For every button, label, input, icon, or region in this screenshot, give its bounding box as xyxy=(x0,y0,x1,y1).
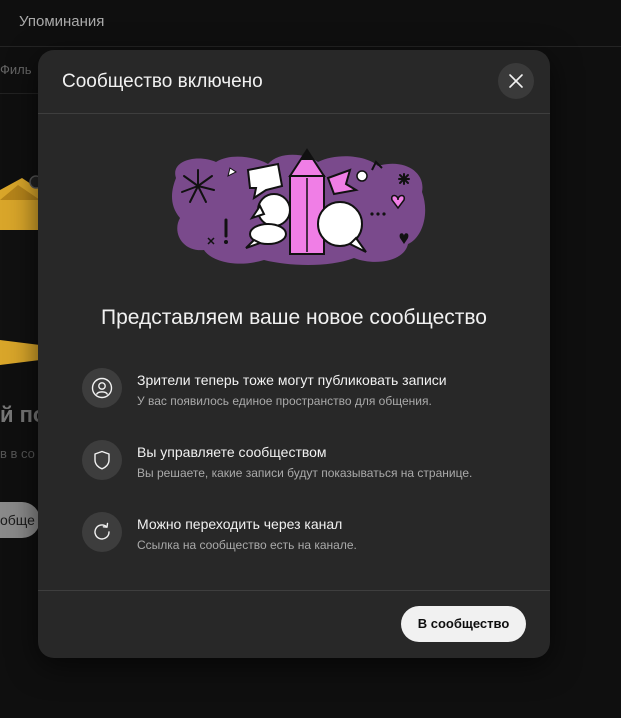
feature-icon-container xyxy=(82,512,122,552)
background-header: Упоминания xyxy=(0,0,621,47)
dialog-title: Сообщество включено xyxy=(62,71,263,92)
feature-description: Ссылка на сообщество есть на канале. xyxy=(137,538,357,552)
feature-description: У вас появилось единое пространство для … xyxy=(137,394,432,408)
feature-icon-container xyxy=(82,440,122,480)
refresh-icon xyxy=(94,522,110,540)
community-dialog: Сообщество включено Представляем ваше но… xyxy=(38,50,550,658)
background-illustration xyxy=(0,175,40,365)
close-button[interactable] xyxy=(498,63,534,99)
divider xyxy=(0,93,40,94)
feature-title: Можно переходить через канал xyxy=(137,516,343,532)
feature-item: Вы управляете сообществом Вы решаете, ка… xyxy=(82,440,522,484)
background-subtext: в в со xyxy=(0,446,35,461)
feature-title: Зрители теперь тоже могут публиковать за… xyxy=(137,372,447,388)
go-to-community-button[interactable]: В сообщество xyxy=(401,606,526,642)
close-icon xyxy=(509,74,523,88)
feature-icon-container xyxy=(82,368,122,408)
shield-icon xyxy=(94,450,110,470)
dialog-divider xyxy=(38,590,550,591)
community-illustration xyxy=(172,148,426,265)
dialog-header: Сообщество включено xyxy=(38,50,550,114)
feature-description: Вы решаете, какие записи будут показыват… xyxy=(137,466,473,480)
feature-title: Вы управляете сообществом xyxy=(137,444,327,460)
background-button[interactable]: обще xyxy=(0,502,40,538)
background-button-label: обще xyxy=(0,512,35,528)
dialog-headline: Представляем ваше новое сообщество xyxy=(101,306,487,329)
tab-mentions[interactable]: Упоминания xyxy=(19,13,104,30)
feature-item: Зрители теперь тоже могут публиковать за… xyxy=(82,368,522,412)
feature-item: Можно переходить через канал Ссылка на с… xyxy=(82,512,522,556)
filter-label[interactable]: Филь xyxy=(0,62,32,77)
page: Упоминания Филь й по в в со обще Сообщес… xyxy=(0,0,621,718)
person-icon xyxy=(91,377,113,399)
